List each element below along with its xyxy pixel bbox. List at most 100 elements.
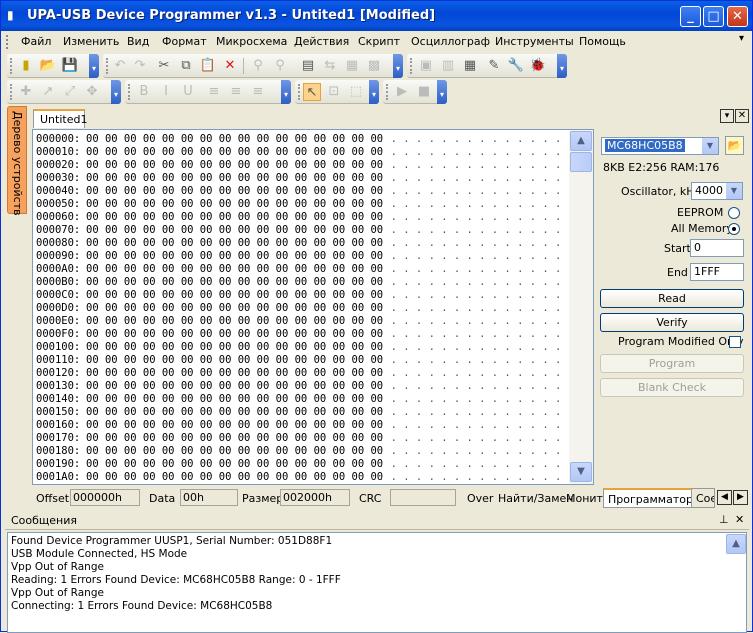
blank-check-button[interactable]: Blank Check [600,378,744,397]
open-device-icon[interactable]: 📂 [725,136,744,155]
scroll-thumb[interactable] [570,152,592,172]
checksum-icon[interactable]: ▩ [365,57,383,75]
toolbar-grip[interactable] [10,58,13,74]
menu-grip[interactable] [6,35,9,49]
menu-chip[interactable]: Микросхема [216,35,287,48]
end-input[interactable]: 1FFF [690,263,744,281]
close-document-icon[interactable]: ✕ [735,109,749,123]
hex-row-bytes[interactable]: 00 00 00 00 00 00 00 00 00 00 00 00 00 0… [86,237,383,250]
hex-row-ascii[interactable]: . . . . . . . . . . . . . . . . [378,276,574,289]
toolbar-overflow-icon[interactable]: ▾ [369,80,379,104]
hex-row-ascii[interactable]: . . . . . . . . . . . . . . . . [378,315,574,328]
toolbar-grip[interactable] [128,84,131,100]
hex-row-bytes[interactable]: 00 00 00 00 00 00 00 00 00 00 00 00 00 0… [86,445,383,458]
hex-row-ascii[interactable]: . . . . . . . . . . . . . . . . [378,263,574,276]
hex-row-bytes[interactable]: 00 00 00 00 00 00 00 00 00 00 00 00 00 0… [86,159,383,172]
hex-row-ascii[interactable]: . . . . . . . . . . . . . . . . [378,198,574,211]
hex-row-ascii[interactable]: . . . . . . . . . . . . . . . . [378,341,574,354]
device-select[interactable]: MC68HC05B8 ▼ [601,137,719,155]
scroll-down-icon[interactable]: ▼ [570,462,592,482]
hex-row-bytes[interactable]: 00 00 00 00 00 00 00 00 00 00 00 00 00 0… [86,367,383,380]
toolbar-overflow-icon[interactable]: ▾ [281,80,291,104]
hex-row-bytes[interactable]: 00 00 00 00 00 00 00 00 00 00 00 00 00 0… [86,302,383,315]
hex-row-ascii[interactable]: . . . . . . . . . . . . . . . . [378,380,574,393]
hex-row-ascii[interactable]: . . . . . . . . . . . . . . . . [378,471,574,484]
menu-format[interactable]: Формат [162,35,207,48]
hex-row-ascii[interactable]: . . . . . . . . . . . . . . . . [378,302,574,315]
toolbar-grip[interactable] [386,84,389,100]
chevron-down-icon[interactable]: ▼ [702,138,718,154]
menu-edit[interactable]: Изменить [63,35,119,48]
find-replace-tab[interactable]: Найти/Замен [498,492,573,505]
toolbar-grip[interactable] [10,84,13,100]
tab-scroll-left-icon[interactable]: ◀ [717,490,732,505]
align-left-icon[interactable]: ≡ [205,83,223,101]
hex-row-bytes[interactable]: 00 00 00 00 00 00 00 00 00 00 00 00 00 0… [86,458,383,471]
wand-icon[interactable]: ↗ [39,83,57,101]
toolbar-overflow-icon[interactable]: ▾ [557,54,567,78]
hex-row-ascii[interactable]: . . . . . . . . . . . . . . . . [378,237,574,250]
zoom-select-icon[interactable]: ⊡ [325,83,343,101]
stop-icon[interactable]: ■ [415,83,433,101]
menu-script[interactable]: Скрипт [358,35,400,48]
oscillator-select[interactable]: 4000 ▼ [691,182,743,200]
menu-chevron-icon[interactable]: ▾ [739,33,744,44]
pin-icon[interactable]: ✚ [17,83,35,101]
title-bar[interactable]: ▮ UPA-USB Device Programmer v1.3 - Untit… [1,1,752,31]
align-center-icon[interactable]: ≡ [227,83,245,101]
hex-row-ascii[interactable]: . . . . . . . . . . . . . . . . [378,354,574,367]
chevron-down-icon[interactable]: ▼ [726,183,742,199]
all-memory-radio[interactable] [728,223,740,235]
menu-help[interactable]: Помощь [579,35,626,48]
find-icon[interactable]: ⚲ [249,57,267,75]
hex-row-ascii[interactable]: . . . . . . . . . . . . . . . . [378,185,574,198]
hex-row-bytes[interactable]: 00 00 00 00 00 00 00 00 00 00 00 00 00 0… [86,289,383,302]
close-button[interactable]: ✕ [727,6,748,27]
tab-connection[interactable]: Сое [691,488,715,508]
monitor-tab[interactable]: Монит [566,492,603,505]
play-icon[interactable]: ▶ [393,83,411,101]
hex-row-ascii[interactable]: . . . . . . . . . . . . . . . . [378,133,574,146]
messages-log[interactable]: ▲ Found Device Programmer UUSP1, Serial … [7,532,747,633]
hex-row-bytes[interactable]: 00 00 00 00 00 00 00 00 00 00 00 00 00 0… [86,471,383,484]
hex-row-bytes[interactable]: 00 00 00 00 00 00 00 00 00 00 00 00 00 0… [86,328,383,341]
modified-only-checkbox[interactable] [729,336,741,348]
maximize-button[interactable]: □ [703,6,724,27]
copy-icon[interactable]: ⧉ [177,57,195,75]
eeprom-radio[interactable] [728,207,740,219]
hex-row-ascii[interactable]: . . . . . . . . . . . . . . . . [378,458,574,471]
hex-scrollbar[interactable]: ▲ ▼ [569,130,593,484]
undo-icon[interactable]: ↶ [111,57,129,75]
toolbar-grip[interactable] [106,58,109,74]
toolbar-overflow-icon[interactable]: ▾ [393,54,403,78]
compare-icon[interactable]: ⇆ [321,57,339,75]
hex-row-bytes[interactable]: 00 00 00 00 00 00 00 00 00 00 00 00 00 0… [86,224,383,237]
hex-row-bytes[interactable]: 00 00 00 00 00 00 00 00 00 00 00 00 00 0… [86,341,383,354]
hex-row-ascii[interactable]: . . . . . . . . . . . . . . . . [378,432,574,445]
grid-icon[interactable]: ▦ [461,57,479,75]
open-folder-icon[interactable]: 📂 [39,57,57,75]
chip-select-icon[interactable]: ▣ [417,57,435,75]
toolbar-overflow-icon[interactable]: ▾ [111,80,121,104]
menu-oscilloscope[interactable]: Осциллограф [411,35,490,48]
toolbar-grip[interactable] [298,84,301,100]
tab-list-icon[interactable]: ▾ [720,109,734,123]
device-tree-tab[interactable]: Дерево устройств [7,106,27,216]
hex-row-ascii[interactable]: . . . . . . . . . . . . . . . . [378,172,574,185]
verify-button[interactable]: Verify [600,313,744,332]
hex-row-bytes[interactable]: 00 00 00 00 00 00 00 00 00 00 00 00 00 0… [86,406,383,419]
redo-icon[interactable]: ↷ [131,57,149,75]
delete-icon[interactable]: ✕ [221,57,239,75]
hex-row-ascii[interactable]: . . . . . . . . . . . . . . . . [378,328,574,341]
hex-row-ascii[interactable]: . . . . . . . . . . . . . . . . [378,406,574,419]
pin-icon[interactable]: ⊥ [719,513,729,526]
hex-row-bytes[interactable]: 00 00 00 00 00 00 00 00 00 00 00 00 00 0… [86,419,383,432]
toolbar-overflow-icon[interactable]: ▾ [437,80,447,104]
hex-row-ascii[interactable]: . . . . . . . . . . . . . . . . [378,367,574,380]
hex-row-ascii[interactable]: . . . . . . . . . . . . . . . . [378,211,574,224]
fill-icon[interactable]: ▦ [343,57,361,75]
hex-row-ascii[interactable]: . . . . . . . . . . . . . . . . [378,250,574,263]
hex-row-bytes[interactable]: 00 00 00 00 00 00 00 00 00 00 00 00 00 0… [86,276,383,289]
toolbar-overflow-icon[interactable]: ▾ [89,54,99,78]
tab-scroll-right-icon[interactable]: ▶ [733,490,748,505]
